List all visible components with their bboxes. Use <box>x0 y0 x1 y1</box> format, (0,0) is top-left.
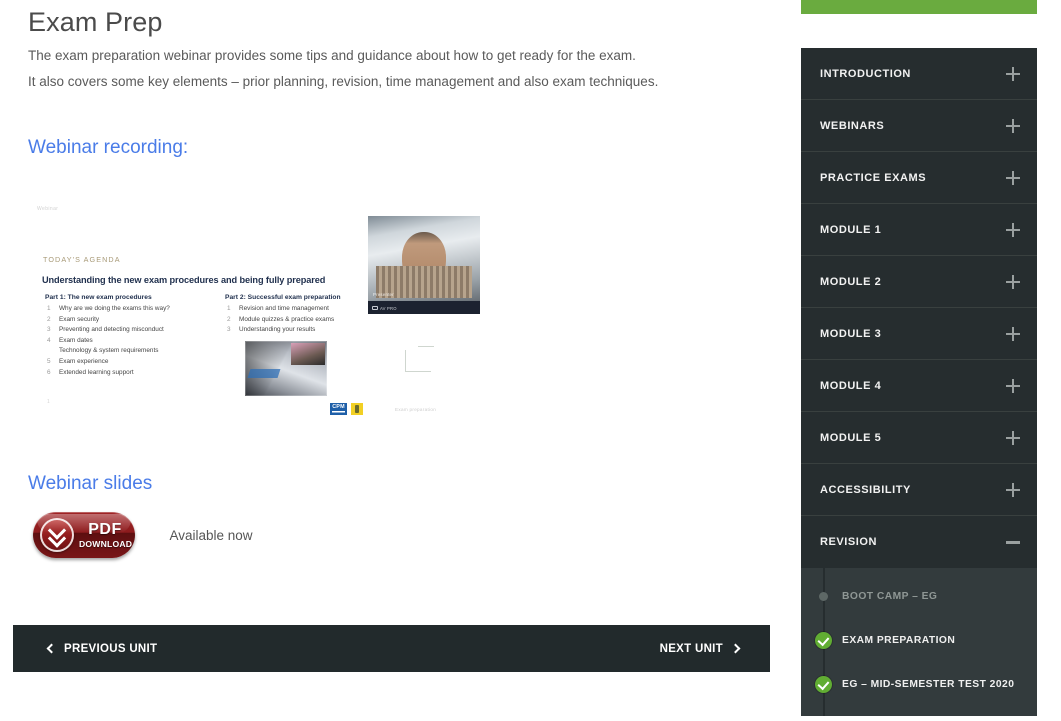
course-unit-page: Exam Prep The exam preparation webinar p… <box>0 0 1061 721</box>
previous-unit-label: PREVIOUS UNIT <box>64 642 158 655</box>
sidebar-item-label: BOOT CAMP – EG <box>842 590 938 602</box>
sidebar-section-label: INTRODUCTION <box>820 67 911 80</box>
cpm-logo: CPM <box>330 403 347 415</box>
slide-part1-heading: Part 1: The new exam procedures <box>45 294 152 301</box>
slide-agenda-title: Understanding the new exam procedures an… <box>42 275 326 285</box>
slide-part1-list: 1 Why are we doing the exams this way? 2E… <box>45 304 220 378</box>
sidebar-section-module-3[interactable]: MODULE 3 <box>801 308 1037 360</box>
sidebar-item-label: EXAM PREPARATION <box>842 634 956 646</box>
sidebar-section-label: MODULE 1 <box>820 223 882 236</box>
pdf-label-line2: DOWNLOAD <box>79 539 133 549</box>
sidebar-section-label: MODULE 2 <box>820 275 882 288</box>
check-circle-icon <box>815 676 832 693</box>
next-unit-button[interactable]: NEXT UNIT <box>659 625 741 672</box>
intro-paragraph-1: The exam preparation webinar provides so… <box>28 48 636 63</box>
unit-navigation-bar: PREVIOUS UNIT NEXT UNIT <box>13 625 770 672</box>
slide-footer-right: Exam preparation <box>395 407 437 412</box>
plus-icon <box>1006 430 1020 445</box>
slide-decorative-bracket <box>405 346 434 372</box>
webinar-slides-heading: Webinar slides <box>28 473 153 494</box>
sidebar-section-label: PRACTICE EXAMS <box>820 171 927 184</box>
sidebar-section-webinars[interactable]: WEBINARS <box>801 100 1037 152</box>
pdf-label-line1: PDF <box>88 521 122 538</box>
plus-icon <box>1006 274 1020 289</box>
course-navigation-sidebar: INTRODUCTION WEBINARS PRACTICE EXAMS MOD… <box>801 48 1037 716</box>
webinar-recording-heading: Webinar recording: <box>28 137 189 158</box>
sidebar-section-introduction[interactable]: INTRODUCTION <box>801 48 1037 100</box>
slide-top-text: Webinar <box>37 206 59 212</box>
page-title: Exam Prep <box>28 7 163 37</box>
sidebar-item-boot-camp-eg[interactable]: BOOT CAMP – EG <box>801 574 1037 618</box>
plus-icon <box>1006 378 1020 393</box>
list-item: Technology & system requirements <box>59 347 159 355</box>
slide-part1-column: Part 1: The new exam procedures 1 Why are… <box>45 294 220 378</box>
partner-logo <box>351 403 363 415</box>
check-circle-icon <box>815 632 832 649</box>
sidebar-section-module-5[interactable]: MODULE 5 <box>801 412 1037 464</box>
chevron-right-icon <box>730 643 741 654</box>
list-item: 4 Exam dates <box>47 336 93 344</box>
sidebar-section-label: MODULE 5 <box>820 431 882 444</box>
slide-part2-heading: Part 2: Successful exam preparation <box>225 294 341 301</box>
slide-part2-column: Part 2: Successful exam preparation 1 Rev… <box>225 294 390 336</box>
list-item: 3 Preventing and detecting misconduct <box>47 326 164 334</box>
camera-icon <box>372 305 378 311</box>
pdf-button-label: PDF DOWNLOAD <box>79 521 133 549</box>
sidebar-section-label: WEBINARS <box>820 119 885 132</box>
sidebar-section-label: ACCESSIBILITY <box>820 483 911 496</box>
list-item: 2 Module quizzes & practice exams <box>227 315 335 323</box>
sidebar-section-accessibility[interactable]: ACCESSIBILITY <box>801 464 1037 516</box>
sidebar-section-practice-exams[interactable]: PRACTICE EXAMS <box>801 152 1037 204</box>
webinar-recording-player[interactable]: Webinar TODAY'S AGENDA Understanding the… <box>25 198 505 433</box>
slide-part2-list: 1 Revision and time management 2 Module qu… <box>225 304 390 336</box>
sidebar-section-label: MODULE 4 <box>820 379 882 392</box>
minus-icon <box>1006 535 1020 549</box>
plus-icon <box>1006 66 1020 81</box>
presenter-webcam-overlay: Presenter AV PRO <box>368 216 480 314</box>
sidebar-section-revision[interactable]: REVISION <box>801 516 1037 568</box>
slide-footer-left: 1 <box>47 399 50 405</box>
sidebar-section-label: REVISION <box>820 536 877 548</box>
download-availability-text: Available now <box>169 527 253 543</box>
intro-paragraph-2: It also covers some key elements – prior… <box>28 74 659 89</box>
plus-icon <box>1006 326 1020 341</box>
list-item: 6 Extended learning support <box>47 368 134 376</box>
sidebar-item-mid-semester-test[interactable]: EG – MID-SEMESTER TEST 2020 <box>801 662 1037 706</box>
next-unit-label: NEXT UNIT <box>659 642 723 655</box>
chevron-left-icon <box>46 643 57 654</box>
plus-icon <box>1006 118 1020 133</box>
sidebar-section-module-4[interactable]: MODULE 4 <box>801 360 1037 412</box>
webcam-status-label: AV PRO <box>380 305 397 311</box>
plus-icon <box>1006 170 1020 185</box>
sidebar-accent-bar <box>801 0 1037 14</box>
plus-icon <box>1006 222 1020 237</box>
download-circle-icon <box>40 518 74 552</box>
slide-agenda-label: TODAY'S AGENDA <box>43 255 121 264</box>
sidebar-section-module-2[interactable]: MODULE 2 <box>801 256 1037 308</box>
sidebar-section-module-1[interactable]: MODULE 1 <box>801 204 1037 256</box>
list-item: 1 Why are we doing the exams this way? <box>47 305 170 312</box>
list-item: 1 Revision and time management <box>227 305 329 312</box>
list-item: 2 Exam security <box>47 315 100 323</box>
list-item: 3 Understanding your results <box>227 326 316 334</box>
sidebar-item-exam-preparation[interactable]: EXAM PREPARATION <box>801 618 1037 662</box>
dot-icon <box>819 591 828 601</box>
pdf-download-row: PDF DOWNLOAD Available now <box>33 512 253 560</box>
main-content: Exam Prep The exam preparation webinar p… <box>0 0 790 721</box>
presenter-name-label: Presenter <box>373 292 394 297</box>
previous-unit-button[interactable]: PREVIOUS UNIT <box>46 625 158 672</box>
revision-subsection-list: BOOT CAMP – EG EXAM PREPARATION EG – MID… <box>801 568 1037 716</box>
sidebar-item-label: EG – MID-SEMESTER TEST 2020 <box>842 678 1015 690</box>
list-item: 5 Exam experience <box>47 357 109 365</box>
plus-icon <box>1006 482 1020 497</box>
slide-study-photo <box>245 341 327 396</box>
sidebar-section-label: MODULE 3 <box>820 327 882 340</box>
pdf-download-button[interactable]: PDF DOWNLOAD <box>33 512 135 558</box>
